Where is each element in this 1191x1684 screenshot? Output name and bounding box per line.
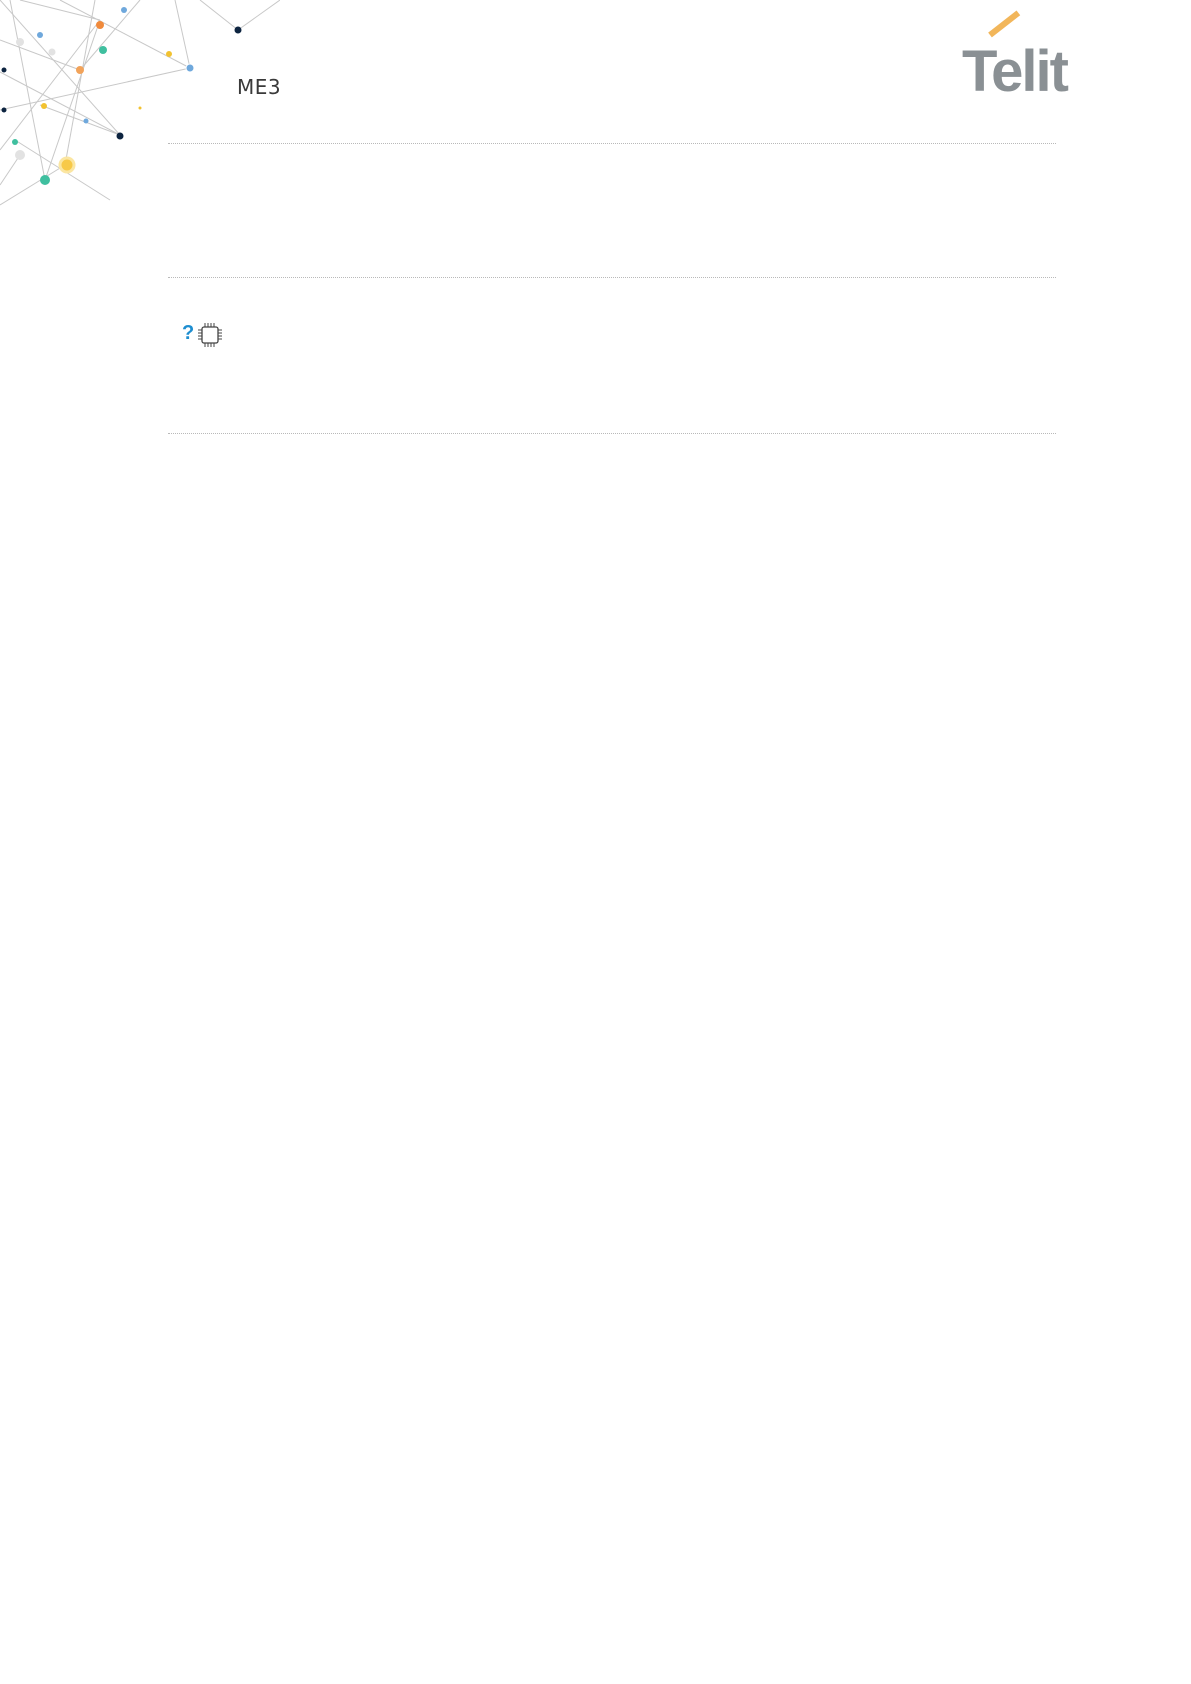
network-decoration-graphic [0, 0, 280, 206]
question-mark-icon: ? [182, 322, 195, 344]
header-divider [168, 143, 1056, 144]
logo-accent-stroke [988, 10, 1021, 38]
section-divider-top [168, 277, 1056, 278]
logo-wordmark: Telit [962, 39, 1069, 104]
section-divider-bottom [168, 433, 1056, 434]
document-title: ME3 [237, 75, 282, 99]
chip-icon [198, 323, 222, 347]
document-page: ME3 Telit ? [0, 0, 1191, 1684]
telit-logo: Telit [962, 10, 1092, 104]
